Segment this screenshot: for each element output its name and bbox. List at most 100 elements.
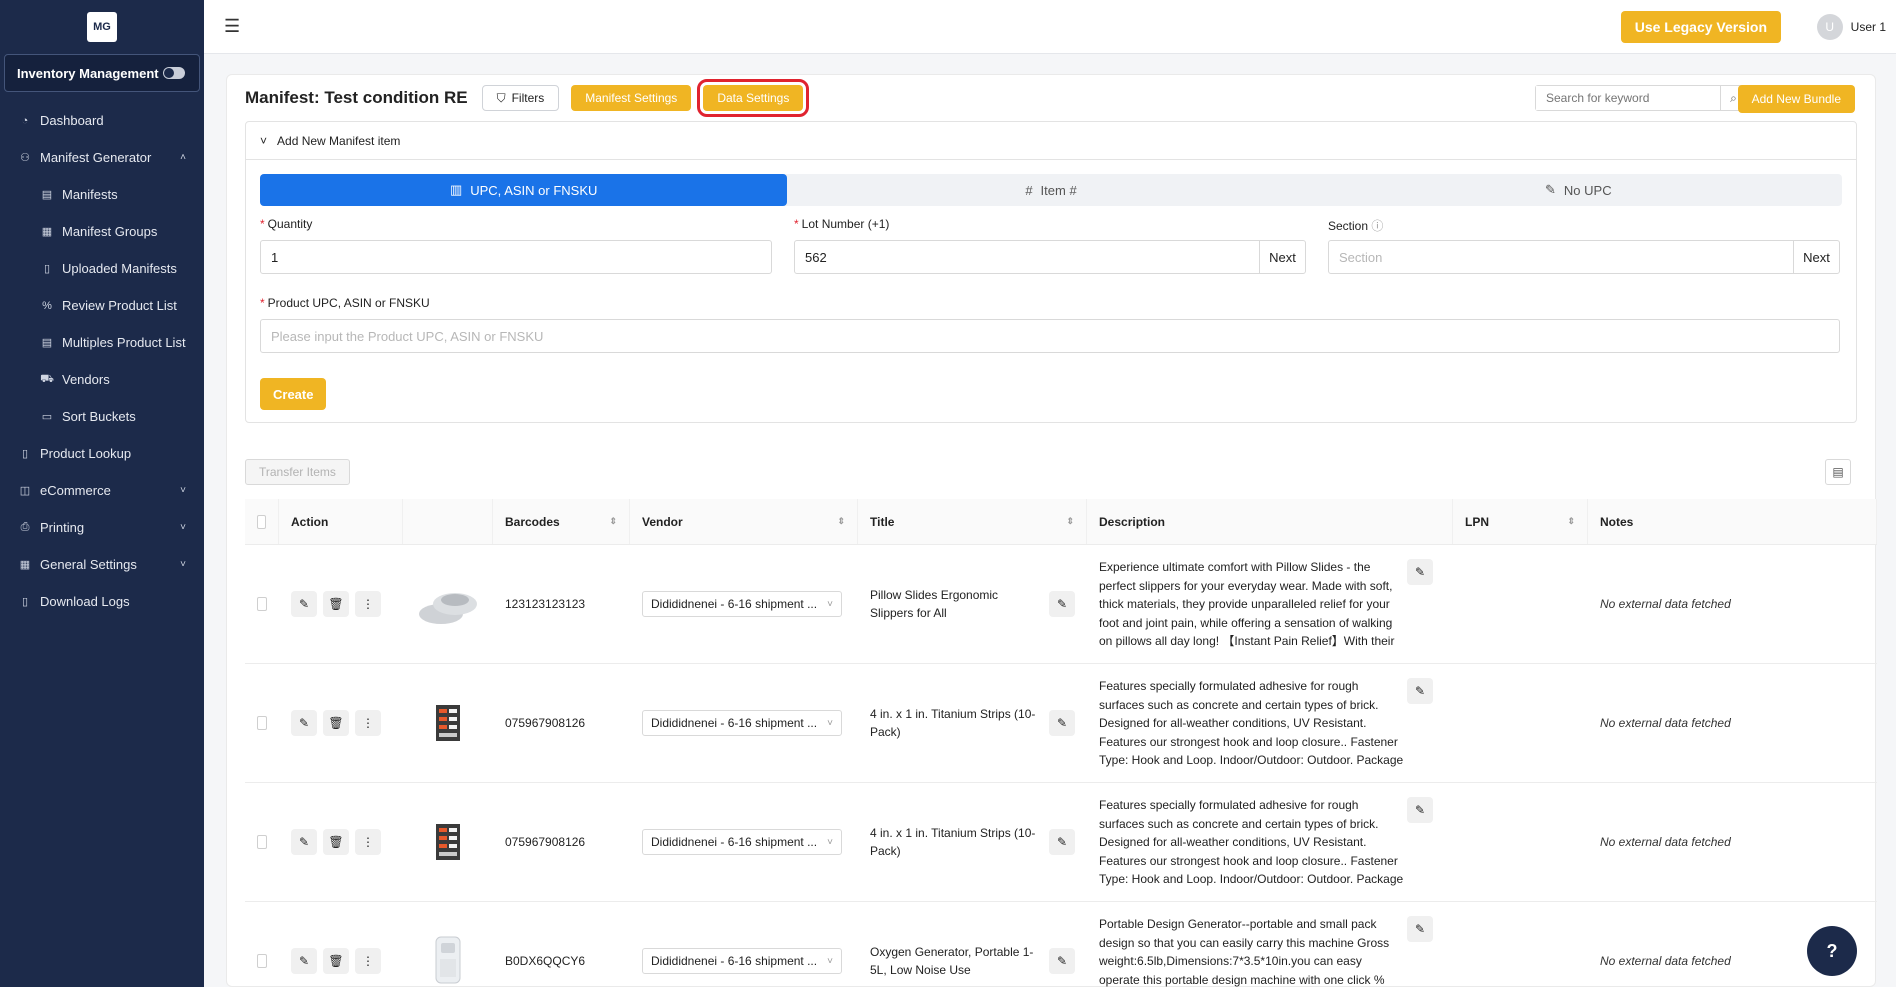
tab-item[interactable]: # Item # — [787, 174, 1314, 206]
filters-button[interactable]: ⛉ Filters — [481, 85, 560, 111]
edit-icon[interactable]: ✎ — [291, 829, 317, 855]
lpn-cell — [1453, 664, 1588, 782]
edit-description-icon[interactable]: ✎ — [1407, 916, 1433, 942]
table-row: ✎ 🗑 ⋮ 075967908126 Didididnenei - 6-16 s… — [245, 664, 1877, 783]
logo[interactable]: MG — [0, 0, 204, 54]
title-cell: Pillow Slides Ergonomic Slippers for All — [870, 588, 999, 620]
trash-icon[interactable]: 🗑 — [323, 948, 349, 974]
sidebar-item-dashboard[interactable]: ◔ Dashboard — [0, 102, 204, 139]
chevron-up-icon: ˄ — [180, 152, 186, 163]
title-cell: 4 in. x 1 in. Titanium Strips (10-Pack) — [870, 707, 1036, 739]
quantity-field[interactable]: 1 — [260, 240, 772, 274]
sort-icon: ⇕ — [1066, 516, 1074, 526]
table-body: ✎ 🗑 ⋮ 123123123123 Didididnenei - 6-16 s… — [245, 545, 1877, 987]
sidebar-item-general-settings[interactable]: ▦ General Settings ˅ — [0, 546, 204, 583]
columns-settings-icon[interactable]: ▤ — [1825, 459, 1851, 485]
sort-icon: ⇕ — [1567, 516, 1575, 526]
description-cell: Features specially formulated adhesive f… — [1099, 679, 1404, 767]
table-header: Action Barcodes ⇕ Vendor ⇕ Title ⇕ Descript… — [245, 499, 1877, 545]
user-menu[interactable]: U User 1 — [1816, 14, 1886, 40]
vendor-select[interactable]: Didididnenei - 6-16 shipment ... ˅ — [642, 710, 842, 736]
notes-cell: No external data fetched — [1600, 835, 1731, 849]
header-vendor[interactable]: Vendor ⇕ — [630, 499, 858, 544]
vendor-select[interactable]: Didididnenei - 6-16 shipment ... ˅ — [642, 591, 842, 617]
sidebar-item-multiples-product-list[interactable]: ▤ Multiples Product List — [0, 324, 204, 361]
gauge-icon: ◔ — [21, 114, 29, 127]
edit-icon[interactable]: ✎ — [291, 948, 317, 974]
section-field[interactable]: Section Next — [1328, 240, 1840, 274]
use-legacy-button[interactable]: Use Legacy Version — [1620, 11, 1781, 43]
transfer-items-button[interactable]: Transfer Items — [245, 459, 350, 485]
edit-description-icon[interactable]: ✎ — [1407, 559, 1433, 585]
sidebar-item-manifest-groups[interactable]: ▦ Manifest Groups — [0, 213, 204, 250]
edit-icon[interactable]: ✎ — [291, 710, 317, 736]
sidebar-item-manifests[interactable]: ▤ Manifests — [0, 176, 204, 213]
trash-icon[interactable]: 🗑 — [323, 710, 349, 736]
vendor-select[interactable]: Didididnenei - 6-16 shipment ... ˅ — [642, 948, 842, 974]
vendor-select[interactable]: Didididnenei - 6-16 shipment ... ˅ — [642, 829, 842, 855]
more-icon[interactable]: ⋮ — [355, 710, 381, 736]
sidebar-item-download-logs[interactable]: ▯ Download Logs — [0, 583, 204, 620]
sidebar-item-review-product-list[interactable]: % Review Product List — [0, 287, 204, 324]
row-checkbox[interactable] — [257, 954, 267, 968]
row-checkbox[interactable] — [257, 597, 267, 611]
chevron-down-icon: ˅ — [180, 559, 186, 570]
edit-title-icon[interactable]: ✎ — [1049, 591, 1075, 617]
sidebar-item-ecommerce[interactable]: ◫ eCommerce ˅ — [0, 472, 204, 509]
row-checkbox[interactable] — [257, 716, 267, 730]
trash-icon[interactable]: 🗑 — [323, 829, 349, 855]
data-settings-button[interactable]: Data Settings — [697, 79, 810, 117]
more-icon[interactable]: ⋮ — [355, 829, 381, 855]
more-icon[interactable]: ⋮ — [355, 591, 381, 617]
add-item-panel-header[interactable]: ˅ Add New Manifest item — [246, 122, 1856, 160]
lot-next-button[interactable]: Next — [1259, 241, 1305, 273]
sidebar-item-printing[interactable]: ⎙ Printing ˅ — [0, 509, 204, 546]
sidebar-item-label: Product Lookup — [40, 446, 132, 461]
edit-title-icon[interactable]: ✎ — [1049, 829, 1075, 855]
notes-cell: No external data fetched — [1600, 597, 1731, 611]
sidebar-item-uploaded-manifests[interactable]: ▯ Uploaded Manifests — [0, 250, 204, 287]
mode-switch[interactable]: Inventory Management — [4, 54, 200, 92]
manifest-settings-button[interactable]: Manifest Settings — [571, 85, 692, 111]
search-input[interactable] — [1536, 86, 1720, 110]
header-barcodes[interactable]: Barcodes ⇕ — [493, 499, 630, 544]
add-new-bundle-button[interactable]: Add New Bundle — [1737, 85, 1855, 113]
sidebar-item-sort-buckets[interactable]: ▭ Sort Buckets — [0, 398, 204, 435]
product-image — [415, 574, 481, 634]
upc-input[interactable]: Please input the Product UPC, ASIN or FN… — [260, 319, 1840, 353]
notes-cell: No external data fetched — [1600, 954, 1731, 968]
lot-number-field[interactable]: 562 Next — [794, 240, 1306, 274]
row-checkbox[interactable] — [257, 835, 267, 849]
header-lpn[interactable]: LPN ⇕ — [1453, 499, 1588, 544]
sidebar-item-label: eCommerce — [40, 483, 111, 498]
cart-icon: ⛟ — [40, 372, 54, 385]
add-item-panel-title: Add New Manifest item — [277, 133, 401, 148]
edit-title-icon[interactable]: ✎ — [1049, 948, 1075, 974]
tab-upc-asin-or-fnsku[interactable]: ▥ UPC, ASIN or FNSKU — [260, 174, 788, 206]
section-next-button[interactable]: Next — [1793, 241, 1839, 273]
more-icon[interactable]: ⋮ — [355, 948, 381, 974]
trash-icon[interactable]: 🗑 — [323, 591, 349, 617]
mode-toggle[interactable] — [163, 67, 185, 79]
header-notes: Notes — [1588, 499, 1877, 544]
upc-label: * Product UPC, ASIN or FNSKU — [260, 296, 430, 310]
avatar: U — [1816, 14, 1843, 40]
tab-no-upc[interactable]: ✎ No UPC — [1315, 174, 1842, 206]
sidebar-item-label: Review Product List — [62, 298, 177, 313]
sidebar-item-vendors[interactable]: ⛟ Vendors — [0, 361, 204, 398]
table-row: ✎ 🗑 ⋮ B0DX6QQCY6 Didididnenei - 6-16 shi… — [245, 902, 1877, 987]
product-image — [415, 812, 481, 872]
sidebar-item-manifest-generator[interactable]: ⚇ Manifest Generator ˄ — [0, 139, 204, 176]
lpn-cell — [1453, 545, 1588, 663]
edit-icon[interactable]: ✎ — [291, 591, 317, 617]
edit-description-icon[interactable]: ✎ — [1407, 678, 1433, 704]
edit-description-icon[interactable]: ✎ — [1407, 797, 1433, 823]
page-title: Manifest: Test condition RE — [245, 88, 468, 107]
create-button[interactable]: Create — [260, 378, 327, 410]
select-all-checkbox[interactable] — [257, 514, 266, 529]
help-button[interactable]: ? — [1807, 926, 1857, 976]
edit-title-icon[interactable]: ✎ — [1049, 710, 1075, 736]
menu-collapse-icon[interactable]: ☰ — [224, 16, 240, 37]
sidebar-item-product-lookup[interactable]: ▯ Product Lookup — [0, 435, 204, 472]
header-title[interactable]: Title ⇕ — [858, 499, 1087, 544]
